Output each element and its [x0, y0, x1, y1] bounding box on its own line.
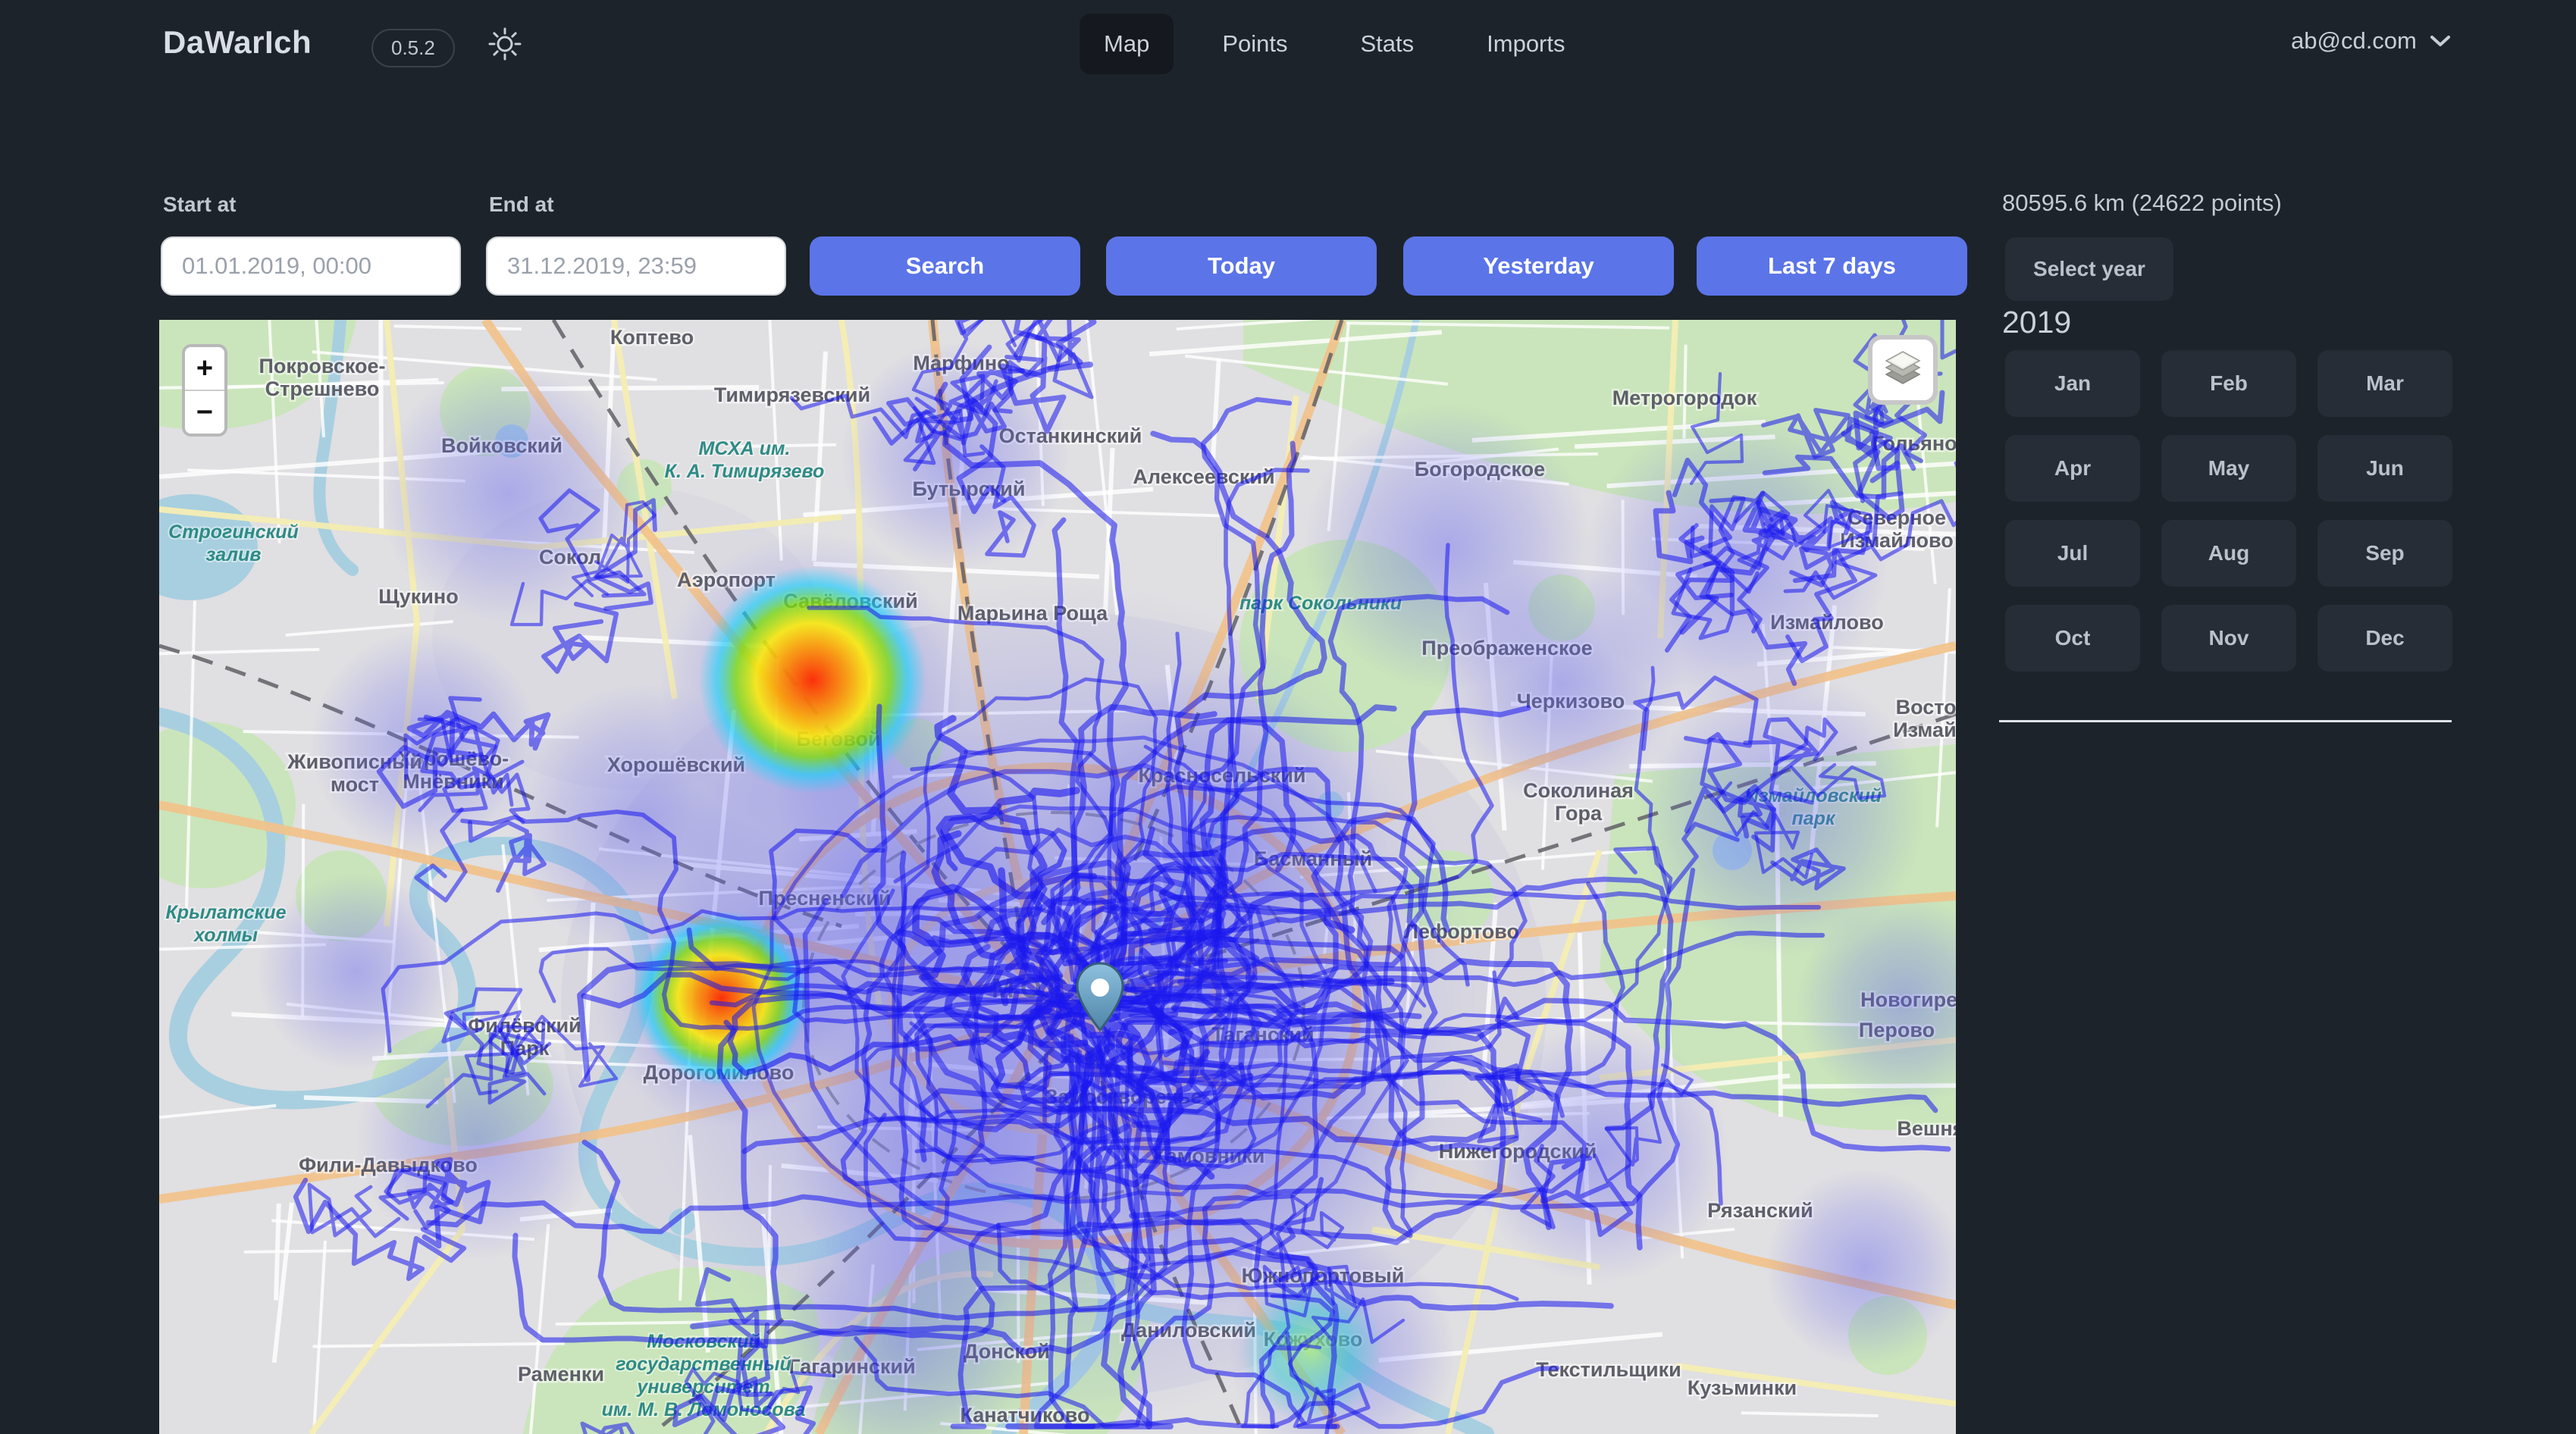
- map-label: Покровское-Стрешнево: [259, 355, 386, 400]
- app-logo[interactable]: DaWarIch: [163, 24, 312, 61]
- distance-summary: 80595.6 km (24622 points): [2002, 189, 2282, 217]
- month-button-jul[interactable]: Jul: [2005, 520, 2140, 587]
- theme-toggle-button[interactable]: [487, 27, 523, 64]
- map-label: Кузьминки: [1688, 1376, 1797, 1399]
- main-nav: Map Points Stats Imports: [1080, 14, 1590, 74]
- zoom-out-button[interactable]: −: [185, 391, 224, 434]
- map-label: ВосточноеИзмайлово: [1893, 696, 1956, 741]
- end-at-label: End at: [489, 193, 554, 217]
- start-at-label: Start at: [163, 193, 236, 217]
- month-button-jun[interactable]: Jun: [2317, 435, 2452, 502]
- sun-icon: [487, 27, 522, 65]
- version-badge: 0.5.2: [371, 29, 455, 67]
- month-button-feb[interactable]: Feb: [2161, 350, 2296, 417]
- map-label: Метрогородок: [1612, 387, 1757, 409]
- layers-icon: [1880, 346, 1926, 395]
- tab-map[interactable]: Map: [1080, 14, 1174, 74]
- layers-control-button[interactable]: [1868, 335, 1938, 405]
- chevron-down-icon: [2429, 27, 2452, 55]
- tab-stats[interactable]: Stats: [1336, 14, 1438, 74]
- start-date-input[interactable]: [161, 236, 461, 296]
- tab-imports[interactable]: Imports: [1462, 14, 1589, 74]
- today-button[interactable]: Today: [1106, 236, 1377, 296]
- month-button-may[interactable]: May: [2161, 435, 2296, 502]
- user-email: ab@cd.com: [2291, 27, 2417, 55]
- select-year-button[interactable]: Select year: [2005, 237, 2173, 301]
- year-heading: 2019: [2002, 305, 2071, 340]
- map-label: Коптево: [610, 326, 694, 349]
- app-root: DaWarIch 0.5.2 Map Points Stats Imports …: [0, 0, 2576, 1434]
- month-button-jan[interactable]: Jan: [2005, 350, 2140, 417]
- yesterday-button[interactable]: Yesterday: [1403, 236, 1674, 296]
- tab-points[interactable]: Points: [1198, 14, 1312, 74]
- month-button-nov[interactable]: Nov: [2161, 605, 2296, 672]
- zoom-in-button[interactable]: +: [185, 347, 224, 390]
- search-button[interactable]: Search: [810, 236, 1080, 296]
- map-canvas[interactable]: Покровское-СтрешневоКоптевоТимирязевский…: [159, 320, 1956, 1434]
- end-date-input[interactable]: [486, 236, 786, 296]
- last-7-days-button[interactable]: Last 7 days: [1697, 236, 1967, 296]
- map-zoom-control: + −: [182, 344, 227, 437]
- month-button-apr[interactable]: Apr: [2005, 435, 2140, 502]
- month-button-dec[interactable]: Dec: [2317, 605, 2452, 672]
- month-button-sep[interactable]: Sep: [2317, 520, 2452, 587]
- month-button-oct[interactable]: Oct: [2005, 605, 2140, 672]
- panel-divider: [1999, 720, 2452, 722]
- month-button-aug[interactable]: Aug: [2161, 520, 2296, 587]
- month-button-mar[interactable]: Mar: [2317, 350, 2452, 417]
- user-menu[interactable]: ab@cd.com: [2291, 27, 2452, 55]
- map-label: Раменки: [518, 1363, 604, 1385]
- months-grid: Jan Feb Mar Apr May Jun Jul Aug Sep Oct …: [2005, 350, 2452, 672]
- map-label: Вешняки: [1897, 1117, 1956, 1140]
